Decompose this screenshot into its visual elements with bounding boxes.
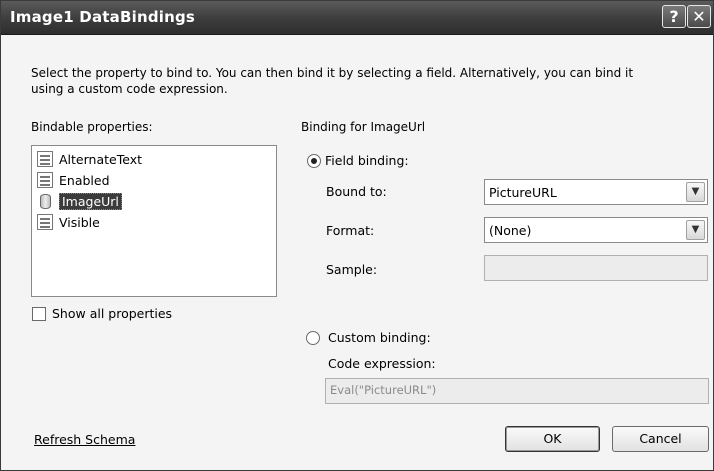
sample-field — [484, 255, 708, 281]
list-item-alternatetext[interactable]: AlternateText — [37, 150, 142, 168]
field-binding-radio[interactable] — [307, 154, 321, 168]
list-item-visible[interactable]: Visible — [37, 213, 100, 231]
ok-button[interactable]: OK — [505, 426, 600, 452]
database-icon — [40, 193, 51, 209]
property-icon — [37, 151, 53, 167]
bound-to-label: Bound to: — [326, 184, 387, 199]
dialog-title: Image1 DataBindings — [10, 8, 196, 26]
code-expression-label: Code expression: — [328, 356, 436, 371]
list-item-enabled[interactable]: Enabled — [37, 171, 110, 189]
binding-header: Binding for ImageUrl — [301, 120, 426, 134]
list-item-label: ImageUrl — [59, 192, 122, 210]
list-item-label: AlternateText — [59, 151, 142, 167]
list-item-label: Enabled — [59, 172, 110, 188]
list-item-imageurl[interactable]: ImageUrl — [37, 192, 122, 210]
close-button[interactable]: ✕ — [687, 5, 711, 28]
show-all-properties-checkbox[interactable] — [32, 307, 46, 321]
format-value: (None) — [489, 223, 532, 238]
help-button[interactable]: ? — [662, 5, 686, 28]
property-icon — [37, 172, 53, 188]
list-item-label: Visible — [59, 214, 100, 230]
property-icon — [37, 214, 53, 230]
bound-to-dropdown[interactable]: PictureURL ▼ — [484, 179, 708, 205]
bindable-properties-label: Bindable properties: — [31, 120, 153, 134]
description-line-2: using a custom code expression. — [31, 82, 228, 96]
bound-to-value: PictureURL — [489, 185, 557, 200]
cancel-button[interactable]: Cancel — [612, 426, 709, 452]
custom-binding-radio[interactable] — [306, 331, 320, 345]
format-label: Format: — [326, 223, 375, 238]
custom-binding-label: Custom binding: — [328, 330, 431, 345]
code-expression-input[interactable]: Eval("PictureURL") — [325, 378, 709, 404]
refresh-schema-link[interactable]: Refresh Schema — [34, 432, 135, 447]
format-dropdown[interactable]: (None) ▼ — [484, 217, 708, 243]
code-expression-value: Eval("PictureURL") — [330, 383, 437, 397]
sample-label: Sample: — [326, 262, 378, 277]
databindings-dialog: Image1 DataBindings ? ✕ Select the prope… — [0, 0, 714, 471]
chevron-down-icon[interactable]: ▼ — [686, 220, 705, 240]
chevron-down-icon[interactable]: ▼ — [686, 182, 705, 202]
show-all-properties-label: Show all properties — [52, 306, 173, 321]
bindable-properties-list[interactable]: AlternateText Enabled ImageUrl Visible — [31, 145, 277, 297]
description-line-1: Select the property to bind to. You can … — [31, 66, 634, 80]
title-bar: Image1 DataBindings ? ✕ — [1, 1, 713, 35]
field-binding-label: Field binding: — [325, 153, 409, 168]
